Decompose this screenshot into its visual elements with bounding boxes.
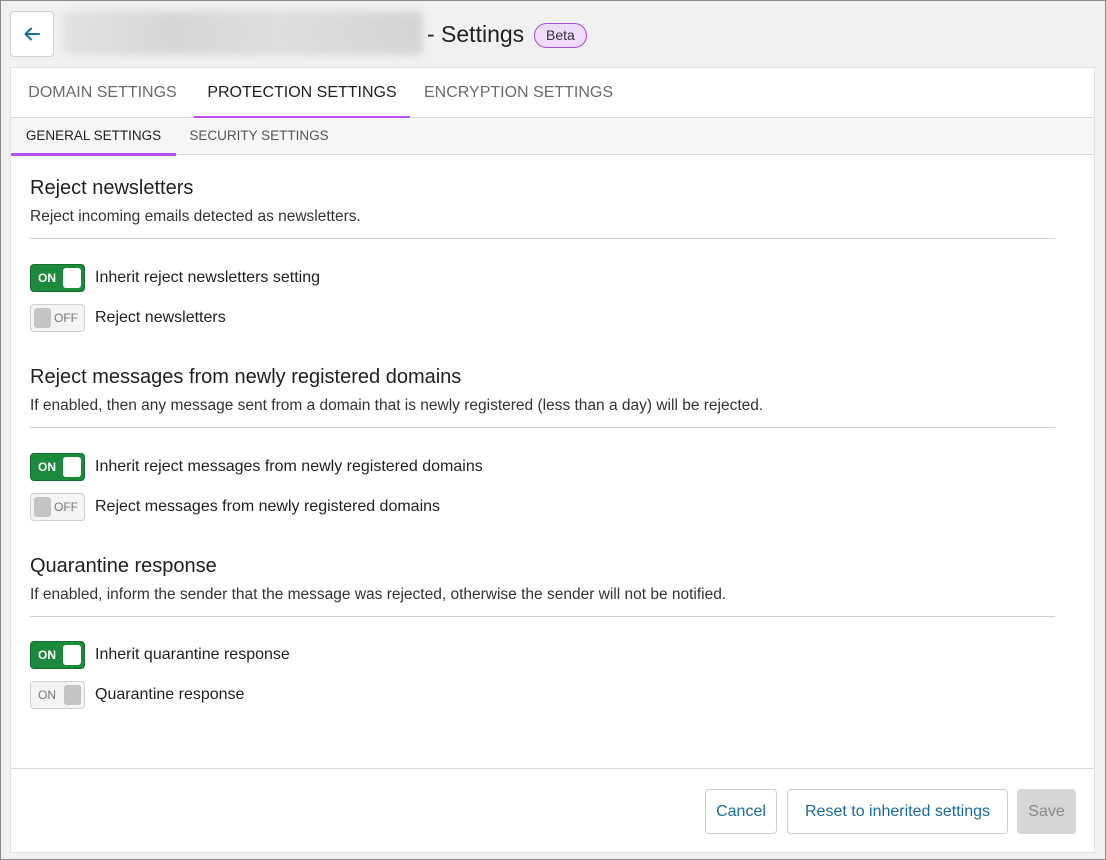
toggle-state: OFF — [54, 311, 78, 325]
toggle-row: ON Inherit quarantine response — [30, 641, 290, 669]
section-quarantine-response: Quarantine response If enabled, inform t… — [30, 553, 1055, 713]
subtab-security-settings[interactable]: SECURITY SETTINGS — [176, 118, 342, 155]
page-title: - Settings — [427, 21, 525, 47]
toggle-state: ON — [38, 271, 56, 285]
inherit-newly-registered-toggle[interactable]: ON — [30, 453, 85, 481]
cancel-button[interactable]: Cancel — [705, 789, 777, 834]
toggle-label: Reject newsletters — [95, 309, 226, 326]
section-reject-newsletters: Reject newsletters Reject incoming email… — [30, 175, 1055, 335]
section-description: Reject incoming emails detected as newsl… — [30, 208, 361, 225]
save-button[interactable]: Save — [1017, 789, 1076, 834]
section-title: Reject newsletters — [30, 177, 194, 199]
quarantine-response-toggle[interactable]: ON — [30, 681, 85, 709]
reject-newly-registered-toggle[interactable]: OFF — [30, 493, 85, 521]
divider — [30, 616, 1055, 617]
toggle-knob — [63, 457, 81, 477]
tab-encryption-settings[interactable]: ENCRYPTION SETTINGS — [410, 68, 627, 118]
toggle-row: OFF Reject newsletters — [30, 304, 226, 332]
toggle-knob — [63, 645, 81, 665]
toggle-knob — [34, 497, 51, 517]
page-header: - Settings Beta — [1, 1, 1105, 67]
tab-protection-settings[interactable]: PROTECTION SETTINGS — [194, 68, 410, 119]
section-description: If enabled, inform the sender that the m… — [30, 586, 727, 603]
toggle-state: ON — [38, 688, 56, 702]
divider — [30, 427, 1055, 428]
toggle-label: Reject messages from newly registered do… — [95, 498, 441, 515]
toggle-row: ON Quarantine response — [30, 681, 244, 709]
redacted-domain-name — [63, 11, 423, 55]
sub-tabs: GENERAL SETTINGS SECURITY SETTINGS — [11, 118, 1094, 156]
back-button[interactable] — [10, 11, 54, 57]
toggle-label: Inherit quarantine response — [95, 646, 290, 663]
beta-badge: Beta — [534, 23, 587, 48]
toggle-row: ON Inherit reject messages from newly re… — [30, 453, 483, 481]
section-newly-registered-domains: Reject messages from newly registered do… — [30, 364, 1055, 524]
toggle-knob — [64, 685, 81, 705]
subtab-general-settings[interactable]: GENERAL SETTINGS — [11, 118, 176, 156]
settings-card: DOMAIN SETTINGS PROTECTION SETTINGS ENCR… — [10, 67, 1095, 853]
toggle-label: Inherit reject newsletters setting — [95, 269, 320, 286]
toggle-state: ON — [38, 648, 56, 662]
reject-newsletters-toggle[interactable]: OFF — [30, 304, 85, 332]
divider — [30, 238, 1055, 239]
toggle-state: ON — [38, 460, 56, 474]
footer-actions: Cancel Reset to inherited settings Save — [11, 768, 1094, 853]
toggle-knob — [34, 308, 51, 328]
section-title: Quarantine response — [30, 555, 217, 577]
main-tabs: DOMAIN SETTINGS PROTECTION SETTINGS ENCR… — [11, 68, 1094, 119]
toggle-state: OFF — [54, 500, 78, 514]
inherit-reject-newsletters-toggle[interactable]: ON — [30, 264, 85, 292]
toggle-row: OFF Reject messages from newly registere… — [30, 493, 440, 521]
reset-to-inherited-button[interactable]: Reset to inherited settings — [787, 789, 1008, 834]
toggle-row: ON Inherit reject newsletters setting — [30, 264, 320, 292]
section-description: If enabled, then any message sent from a… — [30, 397, 764, 414]
toggle-label: Quarantine response — [95, 686, 245, 703]
section-title: Reject messages from newly registered do… — [30, 366, 462, 388]
toggle-knob — [63, 268, 81, 288]
toggle-label: Inherit reject messages from newly regis… — [95, 458, 483, 475]
arrow-left-icon — [24, 27, 40, 41]
inherit-quarantine-response-toggle[interactable]: ON — [30, 641, 85, 669]
tab-domain-settings[interactable]: DOMAIN SETTINGS — [11, 68, 194, 118]
